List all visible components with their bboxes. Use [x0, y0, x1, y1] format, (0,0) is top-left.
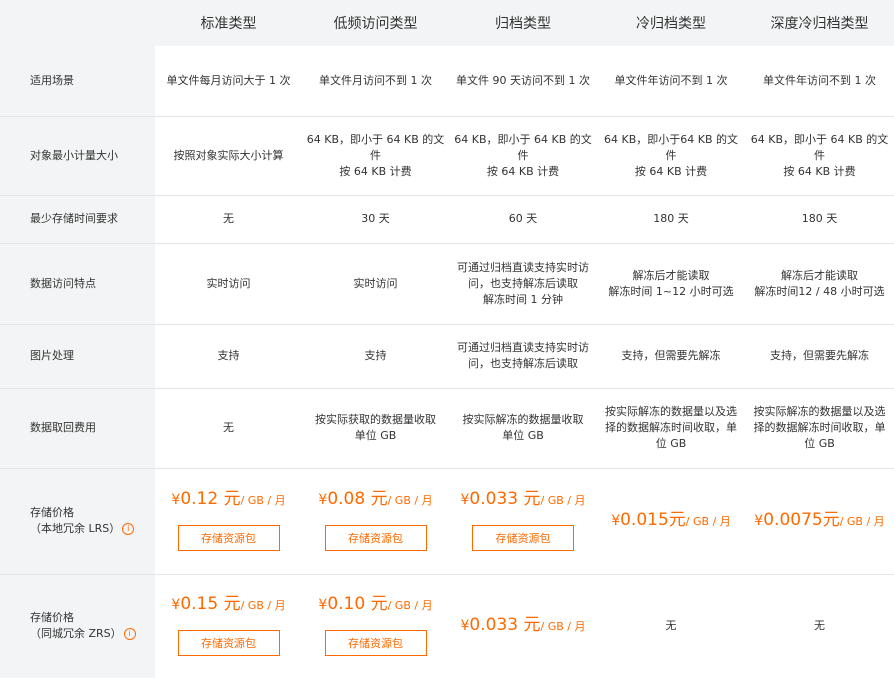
cell: 单文件年访问不到 1 次	[614, 73, 728, 87]
cell: 解冻后才能读取 解冻时间12 / 48 小时可选	[754, 268, 885, 298]
lrs-price-ia: ¥0.08 元/ GB / 月 存储资源包	[302, 468, 449, 574]
cell: 64 KB，即小于64 KB 的文件 按 64 KB 计费	[603, 132, 738, 178]
storage-class-comparison-table: 标准类型 低频访问类型 归档类型 冷归档类型 深度冷归档类型 适用场景 单文件每…	[0, 0, 894, 678]
zrs-label-line2: （同城冗余 ZRS） i	[30, 626, 151, 642]
zrs-price-standard: ¥0.15 元/ GB / 月 存储资源包	[155, 574, 302, 678]
zrs-price-archive: ¥0.033 元/ GB / 月	[460, 615, 586, 636]
storage-package-button[interactable]: 存储资源包	[324, 525, 427, 551]
row-label: 适用场景	[0, 46, 155, 116]
storage-package-button[interactable]: 存储资源包	[472, 525, 574, 551]
lrs-price-cold-archive: ¥0.015元/ GB / 月	[611, 510, 731, 530]
header-corner	[0, 0, 155, 46]
storage-package-button[interactable]: 存储资源包	[177, 525, 280, 551]
cell: 支持，但需要先解冻	[770, 349, 869, 362]
table-row: 对象最小计量大小 按照对象实际大小计算 64 KB，即小于 64 KB 的文件 …	[0, 116, 894, 195]
header-standard: 标准类型	[155, 0, 302, 46]
table-row: 数据取回费用 无 按实际获取的数据量收取 单位 GB 按实际解冻的数据量收取 单…	[0, 388, 894, 468]
cell: 支持	[364, 349, 387, 362]
info-icon[interactable]: i	[122, 523, 135, 535]
lrs-price-archive: ¥0.033 元/ GB / 月 存储资源包	[449, 468, 597, 574]
info-icon[interactable]: i	[123, 628, 136, 641]
cell: 30 天	[361, 212, 390, 225]
row-label-zrs: 存储价格 （同城冗余 ZRS） i	[0, 574, 155, 678]
header-infrequent-access: 低频访问类型	[302, 0, 449, 46]
zrs-deep-cold-archive-none: 无	[814, 619, 825, 633]
lrs-label-line2: （本地冗余 LRS） i	[30, 521, 151, 537]
cell: 无	[223, 212, 234, 225]
cell: 解冻后才能读取 解冻时间 1~12 小时可选	[608, 268, 734, 298]
cell: 64 KB，即小于 64 KB 的文件 按 64 KB 计费	[454, 132, 592, 178]
cell: 可通过归档直读支持实时访问，也支持解冻后读取	[457, 341, 589, 370]
cell: 单文件 90 天访问不到 1 次	[456, 73, 590, 87]
row-label-lrs: 存储价格 （本地冗余 LRS） i	[0, 468, 155, 574]
zrs-label-line1: 存储价格	[30, 611, 74, 625]
table-header-row: 标准类型 低频访问类型 归档类型 冷归档类型 深度冷归档类型	[0, 0, 894, 46]
storage-package-button[interactable]: 存储资源包	[324, 630, 427, 657]
table-row-lrs-price: 存储价格 （本地冗余 LRS） i ¥0.12 元/ GB / 月 存储资源包 ¥…	[0, 468, 894, 574]
lrs-price-deep-cold-archive: ¥0.0075元/ GB / 月	[754, 510, 885, 530]
table-row: 最少存储时间要求 无 30 天 60 天 180 天 180 天	[0, 195, 894, 243]
cell: 可通过归档直读支持实时访问，也支持解冻后读取 解冻时间 1 分钟	[457, 260, 589, 306]
cell: 按实际解冻的数据量以及选择的数据解冻时间收取，单位 GB	[753, 405, 886, 450]
cell: 60 天	[508, 212, 538, 225]
cell: 180 天	[653, 212, 689, 225]
table-row: 数据访问特点 实时访问 实时访问 可通过归档直读支持实时访问，也支持解冻后读取 …	[0, 243, 894, 324]
row-label: 数据访问特点	[0, 243, 155, 324]
cell: 180 天	[801, 212, 838, 225]
cell: 64 KB，即小于 64 KB 的文件 按 64 KB 计费	[306, 132, 445, 178]
cell: 单文件年访问不到 1 次	[763, 73, 876, 87]
table-row-zrs-price: 存储价格 （同城冗余 ZRS） i ¥0.15 元/ GB / 月 存储资源包 ¥…	[0, 574, 894, 678]
lrs-label-line1: 存储价格	[30, 506, 74, 519]
storage-package-button[interactable]: 存储资源包	[177, 630, 280, 657]
table-row: 适用场景 单文件每月访问大于 1 次 单文件月访问不到 1 次 单文件 90 天…	[0, 46, 894, 116]
cell: 按实际解冻的数据量以及选择的数据解冻时间收取，单位 GB	[605, 405, 737, 450]
cell: 实时访问	[206, 276, 251, 290]
row-label: 图片处理	[0, 324, 155, 388]
header-deep-cold-archive: 深度冷归档类型	[745, 0, 894, 46]
zrs-cold-archive-none: 无	[665, 619, 677, 633]
header-cold-archive: 冷归档类型	[597, 0, 745, 46]
cell: 无	[223, 421, 234, 434]
cell: 支持	[217, 349, 240, 362]
row-label: 最少存储时间要求	[0, 195, 155, 243]
cell: 按照对象实际大小计算	[173, 148, 284, 162]
cell: 64 KB，即小于 64 KB 的文件 按 64 KB 计费	[750, 132, 889, 178]
zrs-price-ia: ¥0.10 元/ GB / 月 存储资源包	[302, 574, 449, 678]
cell: 单文件每月访问大于 1 次	[166, 73, 291, 87]
header-archive: 归档类型	[449, 0, 597, 46]
row-label: 对象最小计量大小	[0, 116, 155, 195]
cell: 实时访问	[353, 276, 398, 290]
row-label: 数据取回费用	[0, 388, 155, 468]
cell: 单文件月访问不到 1 次	[319, 73, 432, 87]
cell: 按实际解冻的数据量收取 单位 GB	[462, 413, 584, 442]
table-row: 图片处理 支持 支持 可通过归档直读支持实时访问，也支持解冻后读取 支持，但需要…	[0, 324, 894, 388]
cell: 按实际获取的数据量收取 单位 GB	[315, 413, 436, 442]
lrs-price-standard: ¥0.12 元/ GB / 月 存储资源包	[155, 468, 302, 574]
cell: 支持，但需要先解冻	[621, 349, 721, 362]
